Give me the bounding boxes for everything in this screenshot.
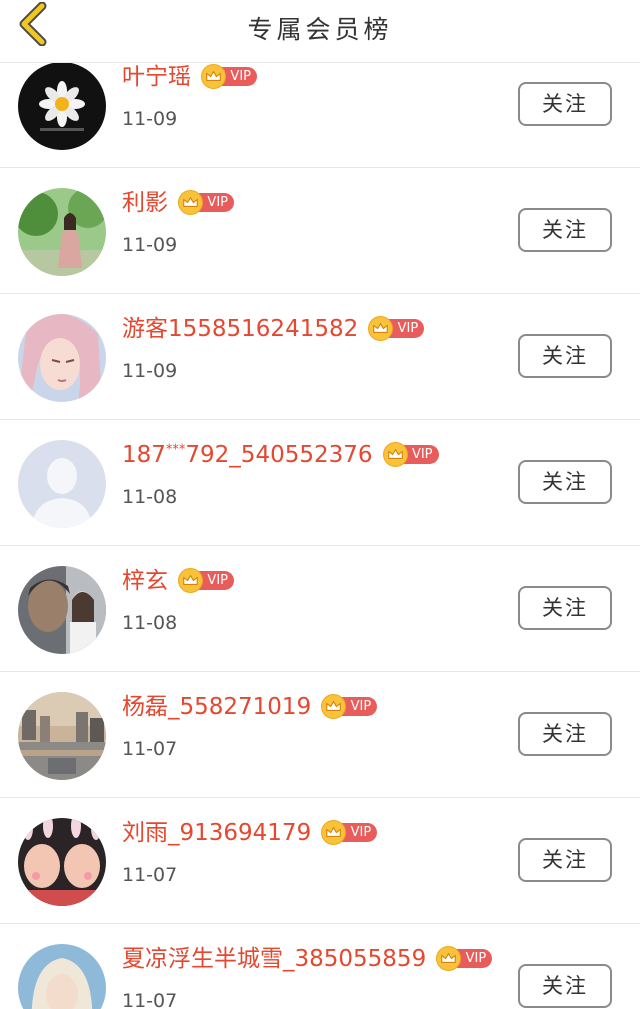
follow-button[interactable]: 关注 (518, 838, 612, 882)
avatar[interactable] (18, 63, 106, 150)
member-list[interactable]: 叶宁瑶 VIP 11-09 关注 利影 VIP 11-09 关注 游客15585… (0, 63, 640, 1009)
join-date: 11-07 (122, 990, 178, 1009)
member-name[interactable]: 187***792_540552376 (122, 438, 373, 472)
join-date: 11-08 (122, 486, 178, 508)
member-name-line: 叶宁瑶 VIP (122, 63, 259, 94)
list-item[interactable]: 杨磊_558271019 VIP 11-07 关注 (0, 672, 640, 798)
avatar-image-blonde-character (18, 944, 106, 1009)
list-item[interactable]: 利影 VIP 11-09 关注 (0, 168, 640, 294)
member-name[interactable]: 梓玄 (122, 564, 168, 598)
avatar[interactable] (18, 818, 106, 906)
page-title: 专属会员榜 (247, 15, 393, 44)
list-item[interactable]: 夏凉浮生半城雪_385055859 VIP 11-07 关注 (0, 924, 640, 1009)
member-name-line: 利影 VIP (122, 186, 236, 220)
join-date: 11-09 (122, 360, 178, 382)
avatar[interactable] (18, 188, 106, 276)
list-item[interactable]: 刘雨_913694179 VIP 11-07 关注 (0, 798, 640, 924)
avatar[interactable] (18, 314, 106, 402)
join-date: 11-07 (122, 738, 178, 760)
member-name[interactable]: 游客1558516241582 (122, 312, 358, 346)
join-date: 11-09 (122, 234, 178, 256)
crown-icon (321, 820, 347, 845)
follow-button[interactable]: 关注 (518, 208, 612, 252)
member-name-line: 杨磊_558271019 VIP (122, 690, 379, 724)
avatar[interactable] (18, 440, 106, 528)
vip-badge: VIP (201, 64, 259, 89)
crown-icon (321, 694, 347, 719)
avatar[interactable] (18, 566, 106, 654)
crown-icon (368, 316, 394, 341)
member-name[interactable]: 利影 (122, 186, 168, 220)
crown-icon (178, 190, 203, 215)
member-name-line: 187***792_540552376 VIP (122, 438, 441, 472)
member-name[interactable]: 叶宁瑶 (122, 63, 191, 94)
avatar-image-couple (18, 566, 106, 654)
avatar-image-anime (18, 314, 106, 402)
avatar-image-two-girls (18, 818, 106, 906)
vip-badge: VIP (436, 946, 494, 971)
list-item[interactable]: 游客1558516241582 VIP 11-09 关注 (0, 294, 640, 420)
avatar-image-canal-town (18, 692, 106, 780)
follow-button[interactable]: 关注 (518, 712, 612, 756)
member-name-line: 梓玄 VIP (122, 564, 236, 598)
member-name[interactable]: 刘雨_913694179 (122, 816, 311, 850)
list-item[interactable]: 187***792_540552376 VIP 11-08 关注 (0, 420, 640, 546)
member-name[interactable]: 夏凉浮生半城雪_385055859 (122, 942, 426, 976)
follow-button[interactable]: 关注 (518, 334, 612, 378)
crown-icon (178, 568, 203, 593)
member-name-line: 夏凉浮生半城雪_385055859 VIP (122, 942, 494, 976)
avatar-image-woman-park (18, 188, 106, 276)
vip-badge: VIP (321, 820, 379, 845)
vip-badge: VIP (178, 568, 236, 593)
default-user-icon (18, 440, 106, 528)
member-name-line: 刘雨_913694179 VIP (122, 816, 379, 850)
avatar-image-daisy (18, 63, 106, 150)
list-item[interactable]: 叶宁瑶 VIP 11-09 关注 (0, 63, 640, 168)
follow-button[interactable]: 关注 (518, 460, 612, 504)
crown-icon (382, 442, 408, 467)
member-name-line: 游客1558516241582 VIP (122, 312, 426, 346)
avatar[interactable] (18, 944, 106, 1009)
vip-badge: VIP (321, 694, 379, 719)
crown-icon (436, 946, 462, 971)
crown-icon (201, 64, 226, 89)
avatar[interactable] (18, 692, 106, 780)
list-item[interactable]: 梓玄 VIP 11-08 关注 (0, 546, 640, 672)
follow-button[interactable]: 关注 (518, 964, 612, 1008)
vip-badge: VIP (178, 190, 236, 215)
follow-button[interactable]: 关注 (518, 82, 612, 126)
join-date: 11-09 (122, 108, 178, 130)
header-bar: 专属会员榜 (0, 0, 640, 63)
join-date: 11-08 (122, 612, 178, 634)
vip-badge: VIP (382, 442, 441, 467)
follow-button[interactable]: 关注 (518, 586, 612, 630)
member-name[interactable]: 杨磊_558271019 (122, 690, 311, 724)
vip-badge: VIP (368, 316, 426, 341)
join-date: 11-07 (122, 864, 178, 886)
